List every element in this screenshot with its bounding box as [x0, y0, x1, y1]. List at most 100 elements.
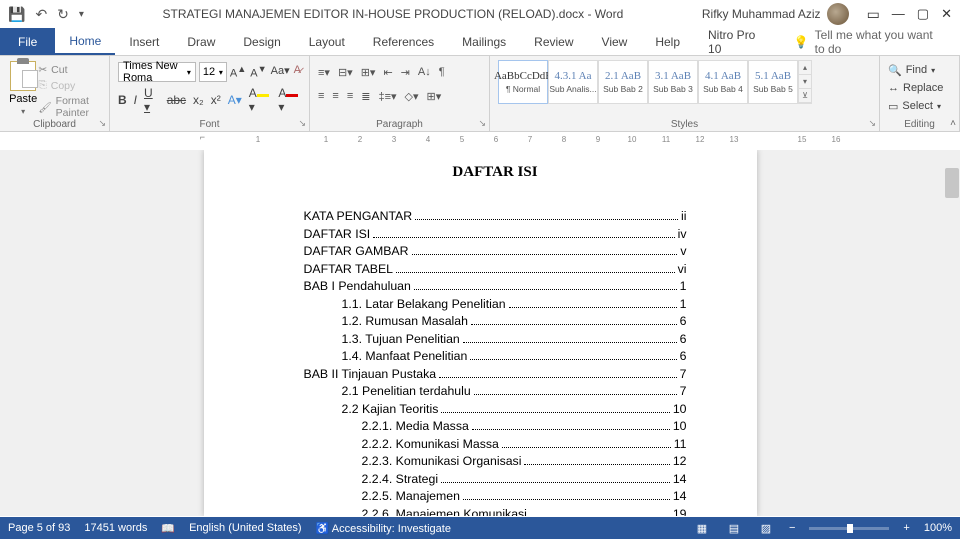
font-dialog-icon[interactable]: ↘ [298, 118, 306, 129]
toc-entry: DAFTAR GAMBARv [304, 244, 687, 258]
word-count[interactable]: 17451 words [84, 522, 147, 534]
ribbon-options-icon[interactable]: ▭ [867, 6, 880, 23]
font-color-button[interactable]: A▾ [278, 86, 301, 114]
toc-entry: 1.1. Latar Belakang Penelitian1 [304, 297, 687, 311]
bold-button[interactable]: B [118, 93, 127, 107]
toc-entry: 2.2.6. Manajemen Komunikasi19 [304, 507, 687, 517]
style--normal[interactable]: AaBbCcDdE¶ Normal [498, 60, 548, 104]
font-size-select[interactable]: 12▾ [199, 62, 227, 82]
align-center-icon[interactable]: ≡ [332, 90, 338, 102]
style-sub-bab-4[interactable]: 4.1 AaBSub Bab 4 [698, 60, 748, 104]
paragraph-dialog-icon[interactable]: ↘ [478, 118, 486, 129]
tab-references[interactable]: References [359, 28, 448, 55]
font-label: Font [110, 119, 309, 130]
shading-icon[interactable]: ◇▾ [405, 90, 419, 103]
styles-dialog-icon[interactable]: ↘ [868, 118, 876, 129]
strike-button[interactable]: abc [167, 93, 186, 107]
tab-help[interactable]: Help [641, 28, 694, 55]
tab-nitro[interactable]: Nitro Pro 10 [694, 28, 780, 55]
tab-view[interactable]: View [588, 28, 642, 55]
numbering-icon[interactable]: ⊟▾ [338, 66, 353, 79]
vertical-scrollbar[interactable] [944, 150, 960, 516]
zoom-level[interactable]: 100% [924, 522, 952, 534]
save-icon[interactable]: 💾 [8, 6, 25, 23]
tab-draw[interactable]: Draw [173, 28, 229, 55]
style-sub-bab-5[interactable]: 5.1 AaBSub Bab 5 [748, 60, 798, 104]
justify-icon[interactable]: ≣ [361, 90, 370, 103]
print-layout-icon[interactable]: ▤ [725, 521, 743, 535]
style-sub-bab-2[interactable]: 2.1 AaBSub Bab 2 [598, 60, 648, 104]
redo-icon[interactable]: ↻ [57, 6, 69, 23]
grow-font-icon[interactable]: A▲ [230, 64, 246, 80]
web-layout-icon[interactable]: ▨ [757, 521, 775, 535]
toc-entry: 1.2. Rumusan Masalah6 [304, 314, 687, 328]
user-name[interactable]: Rifky Muhammad Aziz [702, 7, 821, 21]
underline-button[interactable]: U ▾ [144, 86, 160, 114]
align-left-icon[interactable]: ≡ [318, 90, 324, 102]
style-sub-analis-[interactable]: 4.3.1 AaSub Analis... [548, 60, 598, 104]
clear-format-icon[interactable]: A̷ [294, 64, 301, 80]
avatar[interactable] [827, 3, 849, 25]
select-button[interactable]: ▭ Select ▾ [888, 98, 951, 114]
heading-daftar-isi: DAFTAR ISI [304, 164, 687, 181]
tab-file[interactable]: File [0, 28, 55, 55]
toc-entry: DAFTAR ISIiv [304, 227, 687, 241]
tab-insert[interactable]: Insert [115, 28, 173, 55]
sort-icon[interactable]: A↓ [418, 66, 431, 78]
ruler[interactable]: ⌐ 1123456789101112131516 [0, 132, 960, 150]
shrink-font-icon[interactable]: A▼ [250, 64, 266, 80]
align-right-icon[interactable]: ≡ [347, 90, 353, 102]
highlight-button[interactable]: A▾ [249, 86, 272, 114]
tell-me[interactable]: 💡Tell me what you want to do [780, 28, 960, 55]
spellcheck-icon[interactable]: 📖 [161, 522, 175, 535]
zoom-slider[interactable] [809, 527, 889, 530]
copy-button[interactable]: ⎘ Copy [38, 79, 101, 92]
dec-indent-icon[interactable]: ⇤ [383, 66, 392, 79]
read-mode-icon[interactable]: ▦ [693, 521, 711, 535]
styles-gallery[interactable]: AaBbCcDdE¶ Normal4.3.1 AaSub Analis...2.… [498, 60, 871, 104]
bullets-icon[interactable]: ≡▾ [318, 66, 330, 79]
text-effects-icon[interactable]: A▾ [228, 93, 242, 107]
tab-design[interactable]: Design [229, 28, 294, 55]
multilevel-icon[interactable]: ⊞▾ [361, 66, 376, 79]
undo-icon[interactable]: ↶ [35, 6, 47, 23]
show-marks-icon[interactable]: ¶ [439, 66, 445, 78]
tab-layout[interactable]: Layout [295, 28, 359, 55]
tab-mailings[interactable]: Mailings [448, 28, 520, 55]
tab-review[interactable]: Review [520, 28, 587, 55]
inc-indent-icon[interactable]: ⇥ [401, 66, 410, 79]
toc-entry: 1.3. Tujuan Penelitian6 [304, 332, 687, 346]
paste-button[interactable]: Paste ▾ [8, 60, 38, 116]
page-status[interactable]: Page 5 of 93 [8, 522, 70, 534]
borders-icon[interactable]: ⊞▾ [427, 90, 442, 103]
line-spacing-icon[interactable]: ‡≡▾ [378, 90, 396, 103]
replace-button[interactable]: ↔ Replace [888, 80, 951, 96]
italic-button[interactable]: I [134, 93, 137, 107]
maximize-icon[interactable]: ▢ [917, 6, 929, 23]
toc-entry: BAB I Pendahuluan1 [304, 279, 687, 293]
language-status[interactable]: English (United States) [189, 522, 302, 534]
collapse-ribbon-icon[interactable]: ˄ [950, 118, 956, 129]
clipboard-dialog-icon[interactable]: ↘ [98, 118, 106, 129]
change-case-icon[interactable]: Aa▾ [271, 64, 290, 80]
zoom-in-icon[interactable]: + [903, 522, 909, 534]
format-painter-button[interactable]: 🖌 Format Painter [38, 95, 101, 119]
close-icon[interactable]: ✕ [941, 6, 952, 23]
cut-button[interactable]: ✂ Cut [38, 64, 101, 76]
paragraph-label: Paragraph [310, 119, 489, 130]
zoom-out-icon[interactable]: − [789, 522, 795, 534]
minimize-icon[interactable]: — [892, 6, 905, 23]
toc-entry: BAB II Tinjauan Pustaka7 [304, 367, 687, 381]
window-title: STRATEGI MANAJEMEN EDITOR IN-HOUSE PRODU… [84, 7, 702, 21]
subscript-button[interactable]: x₂ [193, 93, 204, 107]
document-area[interactable]: DAFTAR ISI KATA PENGANTARiiDAFTAR ISIivD… [0, 150, 960, 516]
style-sub-bab-3[interactable]: 3.1 AaBSub Bab 3 [648, 60, 698, 104]
find-button[interactable]: 🔍 Find ▾ [888, 62, 951, 78]
styles-scroll[interactable]: ▴▾⊻ [798, 60, 812, 104]
font-name-select[interactable]: Times New Roma▾ [118, 62, 196, 82]
tab-home[interactable]: Home [55, 28, 115, 55]
lightbulb-icon: 💡 [794, 35, 809, 49]
superscript-button[interactable]: x² [211, 93, 221, 107]
accessibility-status[interactable]: ♿ Accessibility: Investigate [316, 522, 451, 535]
ribbon: Paste ▾ ✂ Cut ⎘ Copy 🖌 Format Painter Cl… [0, 56, 960, 132]
